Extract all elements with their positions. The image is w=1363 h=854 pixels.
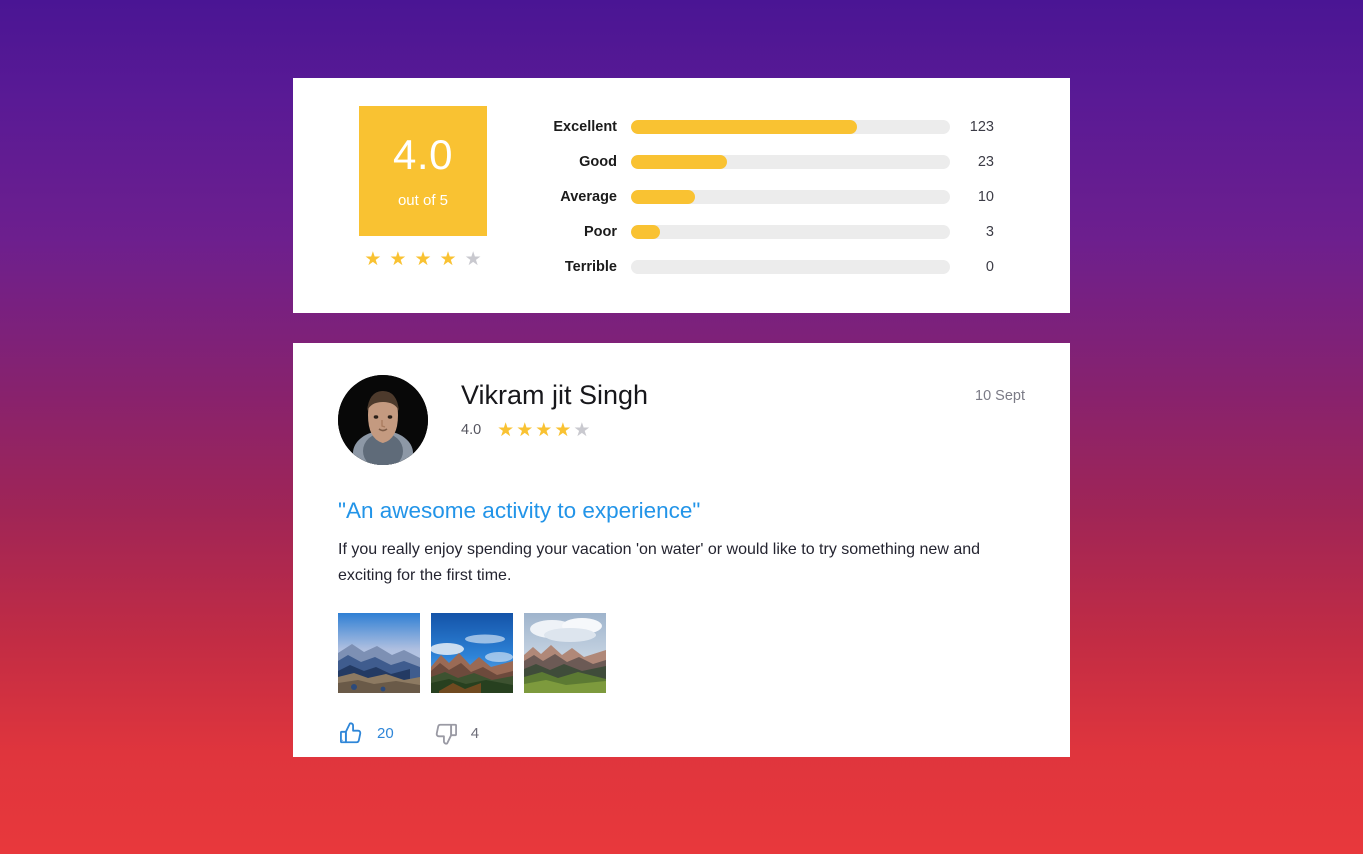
star-empty-icon: ★	[464, 249, 482, 270]
review-body-text: If you really enjoy spending your vacati…	[338, 541, 981, 585]
mountain-photo-3-icon	[524, 612, 606, 693]
like-button[interactable]: 20	[338, 720, 394, 747]
review-reactions: 20 4	[338, 720, 1025, 747]
rating-breakdown-count: 0	[985, 258, 994, 275]
rating-breakdown-row[interactable]: Poor 3	[553, 214, 994, 249]
review-star-rating: ★ ★ ★ ★ ★	[497, 421, 590, 440]
reviewer-name: Vikram jit Singh	[461, 380, 649, 410]
rating-breakdown-track	[631, 119, 950, 134]
rating-breakdown-fill	[631, 189, 695, 204]
rating-breakdown-count: 123	[969, 118, 994, 135]
rating-breakdown-label: Terrible	[564, 258, 617, 275]
rating-breakdown-row[interactable]: Good 23	[553, 144, 994, 179]
rating-summary-card: 4.0 out of 5 ★ ★ ★ ★ ★ Excellent 123 Good 23 Ave…	[293, 78, 1070, 313]
rating-breakdown-track	[631, 154, 950, 169]
user-avatar-photo-icon	[338, 375, 428, 465]
rating-breakdown-fill	[631, 224, 660, 239]
page-root: 4.0 out of 5 ★ ★ ★ ★ ★ Excellent 123 Good 23 Ave…	[0, 0, 1363, 854]
star-empty-icon: ★	[573, 419, 591, 441]
rating-breakdown-list: Excellent 123 Good 23 Average 10 Poor 3 Terrible…	[553, 78, 1070, 284]
rating-breakdown-track	[631, 259, 950, 274]
rating-breakdown-count: 10	[977, 188, 994, 205]
rating-breakdown-row[interactable]: Average 10	[553, 179, 994, 214]
avatar	[338, 375, 428, 465]
star-filled-icon: ★	[439, 249, 457, 270]
star-filled-icon: ★	[516, 419, 534, 441]
dislike-button[interactable]: 4	[432, 720, 479, 747]
review-author-block: Vikram jit Singh 4.0 ★ ★ ★ ★ ★	[428, 375, 975, 440]
rating-breakdown-label: Good	[579, 153, 617, 170]
rating-breakdown-row[interactable]: Terrible 0	[553, 249, 994, 284]
score-value: 4.0	[393, 130, 453, 178]
review-photo-thumbnail[interactable]	[338, 612, 420, 693]
rating-breakdown-track	[631, 224, 950, 239]
rating-breakdown-fill	[631, 154, 727, 169]
review-rating-value: 4.0	[461, 422, 482, 439]
star-filled-icon: ★	[497, 419, 515, 441]
star-filled-icon: ★	[535, 419, 553, 441]
review-rating: 4.0 ★ ★ ★ ★ ★	[461, 421, 975, 440]
score-out-of-label: out of 5	[397, 191, 449, 209]
rating-breakdown-label: Poor	[583, 223, 617, 240]
star-filled-icon: ★	[389, 249, 407, 270]
review-photo-thumbnail[interactable]	[524, 612, 606, 693]
review-header: Vikram jit Singh 4.0 ★ ★ ★ ★ ★ 10 Sept	[338, 375, 1025, 465]
rating-breakdown-fill	[631, 119, 858, 134]
rating-breakdown-count: 3	[985, 223, 994, 240]
thumbs-down-icon	[435, 723, 457, 745]
dislike-count: 4	[470, 724, 480, 742]
score-box: 4.0 out of 5	[359, 106, 487, 236]
summary-star-rating: ★ ★ ★ ★ ★	[364, 250, 481, 269]
review-photo-thumbnail[interactable]	[431, 612, 513, 693]
mountain-photo-1-icon	[338, 612, 420, 693]
star-filled-icon: ★	[414, 249, 432, 270]
review-date: 10 Sept	[975, 388, 1025, 404]
review-card: Vikram jit Singh 4.0 ★ ★ ★ ★ ★ 10 Sept "An a…	[293, 343, 1070, 757]
mountain-photo-2-icon	[431, 612, 513, 693]
rating-breakdown-track	[631, 189, 950, 204]
rating-breakdown-label: Average	[560, 188, 617, 205]
star-filled-icon: ★	[364, 249, 382, 270]
like-count: 20	[377, 724, 394, 742]
star-filled-icon: ★	[554, 419, 572, 441]
rating-breakdown-row[interactable]: Excellent 123	[553, 109, 994, 144]
rating-breakdown-count: 23	[977, 153, 994, 170]
overall-score-block: 4.0 out of 5 ★ ★ ★ ★ ★	[293, 78, 553, 269]
review-title: "An awesome activity to experience"	[338, 498, 701, 523]
thumbs-up-icon	[340, 722, 362, 743]
review-photo-list	[338, 612, 1025, 693]
rating-breakdown-label: Excellent	[553, 118, 617, 135]
